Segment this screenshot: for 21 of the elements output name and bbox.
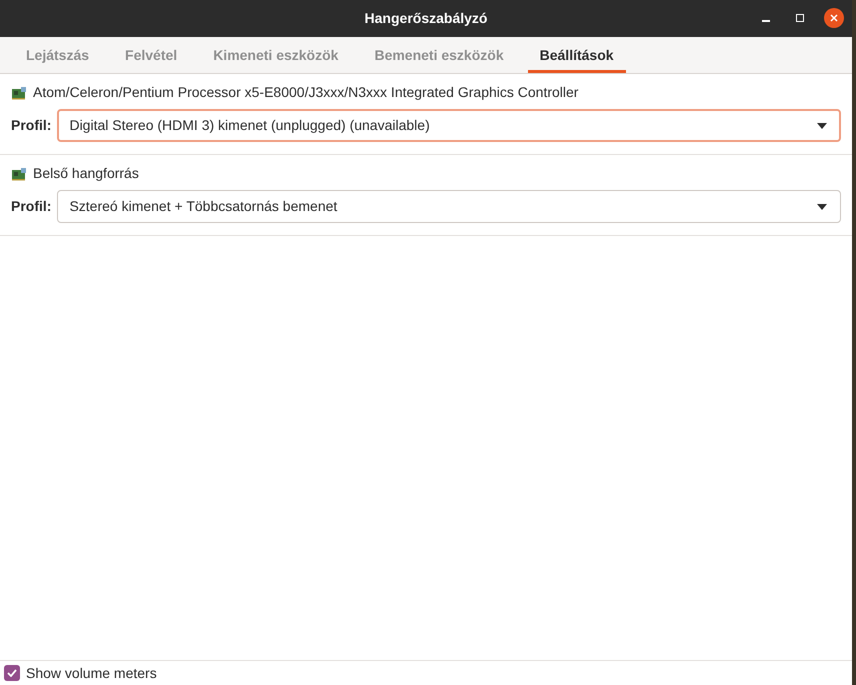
profile-label: Profil: <box>11 197 52 216</box>
checkbox[interactable] <box>4 665 20 681</box>
tab[interactable]: Lejátszás <box>14 37 102 73</box>
tab[interactable]: Bemeneti eszközök <box>362 37 516 73</box>
profile-dropdown[interactable]: Digital Stereo (HDMI 3) kimenet (unplugged) (unavailable) <box>57 109 841 142</box>
tab[interactable]: Kimeneti eszközök <box>201 37 350 73</box>
checkmark-icon <box>7 669 17 677</box>
device-name: Belső hangforrás <box>33 164 139 183</box>
window-title: Hangerőszabályzó <box>364 9 488 28</box>
device-name: Atom/Celeron/Pentium Processor x5-E8000/J3xxx/N3xxx Integrated Graphics Controller <box>33 83 578 102</box>
tab[interactable]: Felvétel <box>113 37 190 73</box>
sound-card-icon <box>11 166 27 180</box>
profile-dropdown[interactable]: Sztereó kimenet + Többcsatornás bemenet <box>57 190 841 223</box>
dropdown-arrow-icon <box>817 122 827 128</box>
close-button[interactable] <box>824 8 844 28</box>
checkbox-label: Show volume meters <box>26 664 157 682</box>
profile-label: Profil: <box>11 116 52 135</box>
dropdown-arrow-icon <box>817 204 827 210</box>
tab[interactable]: Beállítások <box>528 37 626 73</box>
sound-card-icon <box>11 86 27 100</box>
close-icon <box>830 14 838 22</box>
